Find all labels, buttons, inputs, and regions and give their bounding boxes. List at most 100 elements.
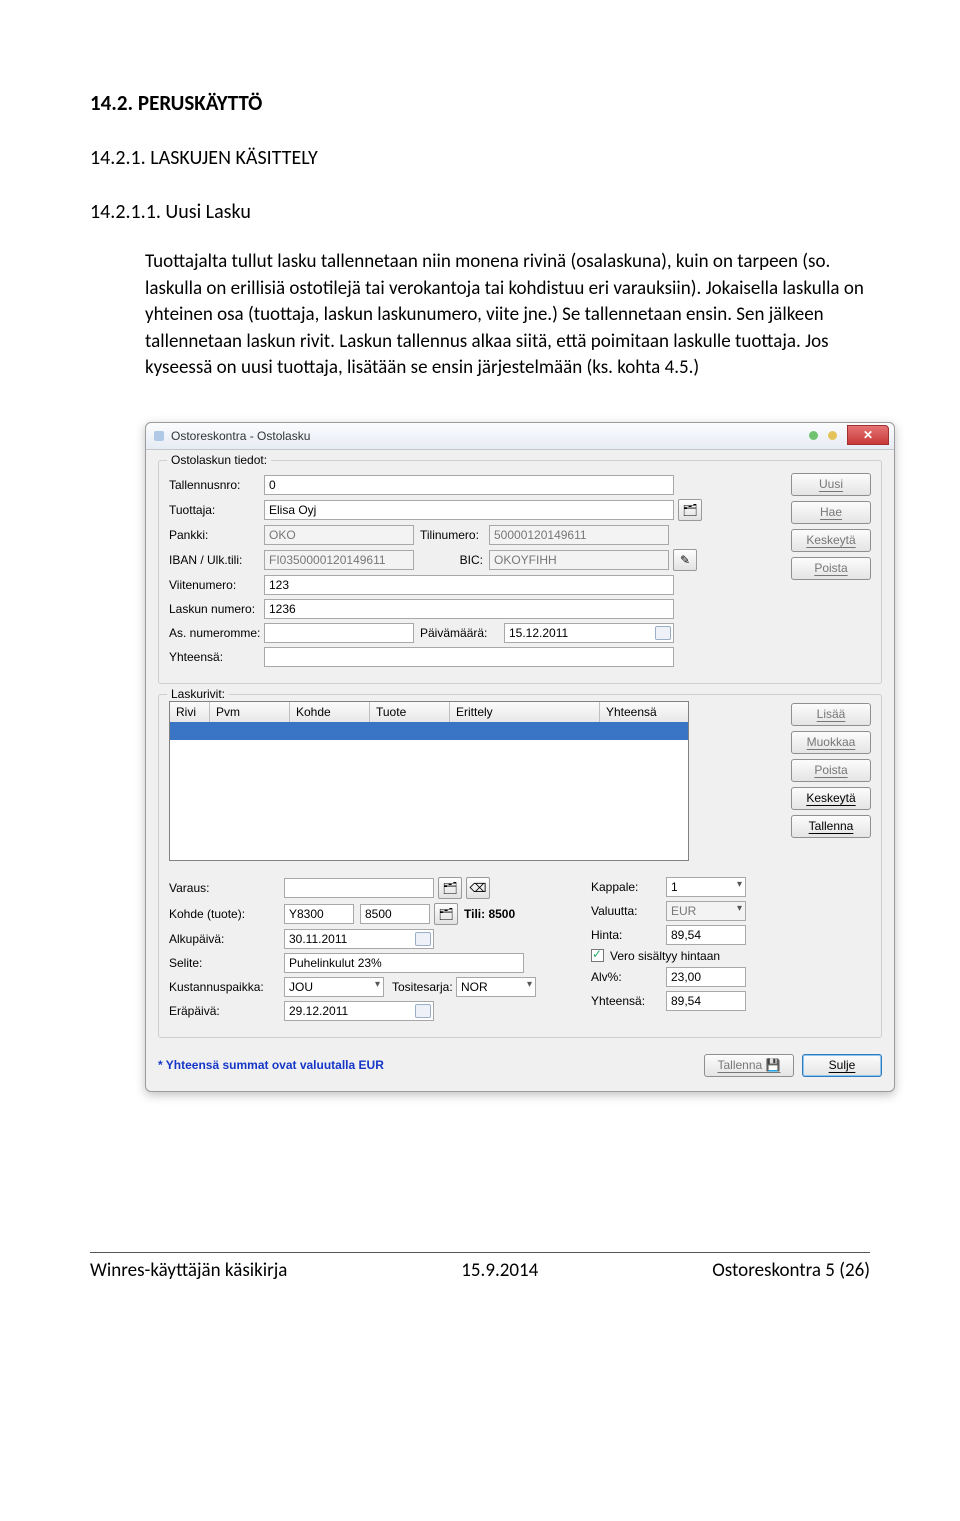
edit-bank-icon[interactable]: ✎ [673,549,697,571]
table-row-selected[interactable] [170,722,688,740]
lbl-selite: Selite: [169,956,284,970]
table-header: Rivi Pvm Kohde Tuote Erittely Yhteensä [170,702,688,722]
lbl-hinta: Hinta: [591,928,666,942]
lbl-viite: Viitenumero: [169,578,264,592]
col-pvm[interactable]: Pvm [210,702,290,722]
lbl-yht: Yhteensä: [169,650,264,664]
heading-2: 14.2.1. LASKUJEN KÄSITTELY [90,146,870,170]
input-iban: FI0350000120149611 [264,550,414,570]
lbl-tallennusnro: Tallennusnro: [169,478,264,492]
input-alv[interactable]: 23,00 [666,967,746,987]
input-tuottaja[interactable]: Elisa Oyj [264,500,674,520]
table-body-empty [170,740,688,860]
group-laskurivit: Laskurivit: Lisää Muokkaa Poista Keskeyt… [158,694,882,1038]
input-viite[interactable]: 123 [264,575,674,595]
input-asnum[interactable] [264,623,414,643]
era-value: 29.12.2011 [289,1004,348,1018]
lbl-laskun: Laskun numero: [169,602,264,616]
lbl-tuottaja: Tuottaja: [169,503,264,517]
input-pvm[interactable]: 15.12.2011 [504,623,674,643]
chk-vero[interactable] [591,949,604,962]
close-button[interactable]: ✕ [847,425,889,445]
input-tallennusnro[interactable]: 0 [264,475,674,495]
footer-left: Winres-käyttäjän käsikirja [90,1259,287,1282]
muokkaa-button[interactable]: Muokkaa [791,731,871,754]
dd-kappale[interactable]: 1 [666,877,746,897]
dd-tositesarja[interactable]: NOR [456,977,536,997]
title-bar[interactable]: Ostoreskontra - Ostolasku ✕ [146,423,894,450]
group1-legend: Ostolaskun tiedot: [167,453,271,467]
alku-value: 30.11.2011 [289,932,347,946]
col-kohde[interactable]: Kohde [290,702,370,722]
lbl-val: Valuutta: [591,904,666,918]
heading-1: 14.2. PERUSKÄYTTÖ [90,90,870,116]
dd-kustannuspaikka[interactable]: JOU [284,977,384,997]
lbl-bic: BIC: [414,553,489,567]
input-kohde1[interactable]: Y8300 [284,904,354,924]
tallenna2-button[interactable]: Tallenna 💾 [704,1054,794,1077]
sulje-button[interactable]: Sulje [802,1054,882,1077]
footer-note: * Yhteensä summat ovat valuutalla EUR [158,1058,384,1072]
input-tilinumero: 50000120149611 [489,525,669,545]
lbl-vero: Vero sisältyy hintaan [610,949,720,963]
heading-3: 14.2.1.1. Uusi Lasku [90,200,870,224]
input-yht[interactable] [264,647,674,667]
lbl-pvm: Päivämäärä: [414,626,504,640]
col-erittely[interactable]: Erittely [450,702,600,722]
lbl-pankki: Pankki: [169,528,264,542]
tallenna-button[interactable]: Tallenna [791,815,871,838]
calendar-icon[interactable] [655,626,671,640]
footer-mid: 15.9.2014 [461,1259,538,1282]
col-tuote[interactable]: Tuote [370,702,450,722]
col-rivi[interactable]: Rivi [170,702,210,722]
window-ostolasku: Ostoreskontra - Ostolasku ✕ Ostolaskun t… [145,422,895,1092]
lbl-kpl: Kappale: [591,880,666,894]
pick-varaus-icon[interactable]: 🗂 [438,877,462,899]
keskeyta-button[interactable]: Keskeytä [791,529,871,552]
poista2-button[interactable]: Poista [791,759,871,782]
col-yhteensa[interactable]: Yhteensä [600,702,688,722]
pvm-value: 15.12.2011 [509,626,568,640]
lbl-era: Eräpäivä: [169,1004,284,1018]
lbl-kohde: Kohde (tuote): [169,907,284,921]
window-title: Ostoreskontra - Ostolasku [171,429,809,443]
tili-label: Tili: 8500 [464,907,515,921]
input-yht2[interactable]: 89,54 [666,991,746,1011]
tallenna2-label: Tallenna [718,1058,763,1072]
lbl-alku: Alkupäivä: [169,932,284,946]
group2-legend: Laskurivit: [167,687,229,701]
uusi-button[interactable]: Uusi [791,473,871,496]
input-hinta[interactable]: 89,54 [666,925,746,945]
input-laskun[interactable]: 1236 [264,599,674,619]
group-ostolaskun-tiedot: Ostolaskun tiedot: Uusi Hae Keskeytä Poi… [158,460,882,684]
keskeyta2-button[interactable]: Keskeytä [791,787,871,810]
dd-valuutta: EUR [666,901,746,921]
lbl-kust: Kustannuspaikka: [169,980,284,994]
lisaa-button[interactable]: Lisää [791,703,871,726]
paragraph: Tuottajalta tullut lasku tallennetaan ni… [145,249,870,382]
page-footer: Winres-käyttäjän käsikirja 15.9.2014 Ost… [90,1252,870,1282]
input-bic: OKOYFIHH [489,550,669,570]
lbl-yht2: Yhteensä: [591,994,666,1008]
app-icon [154,431,164,441]
input-kohde2[interactable]: 8500 [360,904,430,924]
lbl-tilinumero: Tilinumero: [414,528,489,542]
footer-right: Ostoreskontra 5 (26) [712,1259,870,1282]
pick-tuottaja-icon[interactable]: 🗂 [678,499,702,521]
lbl-varaus: Varaus: [169,881,284,895]
pick-kohde-icon[interactable]: 🗂 [434,903,458,925]
poista-button[interactable]: Poista [791,557,871,580]
input-era[interactable]: 29.12.2011 [284,1001,434,1021]
input-selite[interactable]: Puhelinkulut 23% [284,953,524,973]
clear-varaus-icon[interactable]: ⌫ [466,877,490,899]
laskurivit-table[interactable]: Rivi Pvm Kohde Tuote Erittely Yhteensä [169,701,689,861]
lbl-alv: Alv%: [591,970,666,984]
lbl-iban: IBAN / Ulk.tili: [169,553,264,567]
calendar-icon-2[interactable] [415,932,431,946]
input-alku[interactable]: 30.11.2011 [284,929,434,949]
calendar-icon-3[interactable] [415,1004,431,1018]
input-varaus[interactable] [284,878,434,898]
input-pankki: OKO [264,525,414,545]
hae-button[interactable]: Hae [791,501,871,524]
lbl-asnum: As. numeromme: [169,626,264,640]
